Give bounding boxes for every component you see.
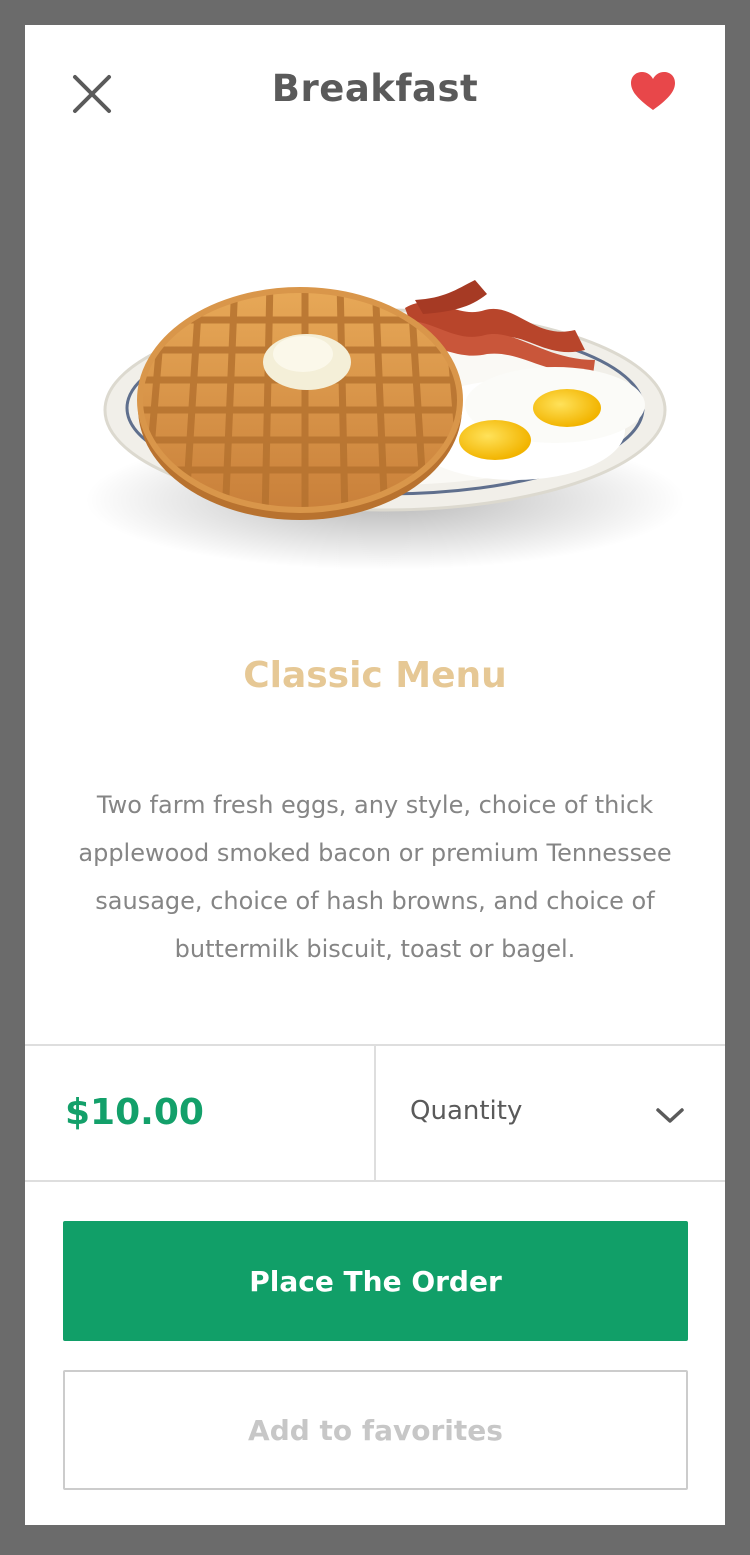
food-image [85, 280, 685, 570]
chevron-down-icon [656, 1108, 684, 1123]
page-title: Breakfast [271, 67, 479, 110]
heart-icon [631, 72, 675, 110]
price-label: $10.00 [65, 1092, 204, 1133]
dish-title: Classic Menu [243, 655, 507, 696]
quantity-label: Quantity [410, 1096, 523, 1126]
dish-description: Two farm fresh eggs, any style, choice o… [78, 791, 672, 963]
add-to-favorites-button[interactable]: Add to favorites [63, 1370, 688, 1490]
favorite-toggle[interactable] [629, 70, 677, 112]
purchase-row: $10.00 Quantity [25, 1044, 725, 1182]
quantity-select[interactable]: Quantity [376, 1046, 725, 1180]
place-order-button[interactable]: Place The Order [63, 1221, 688, 1341]
product-detail-card: Breakfast Classic Menu Two farm fresh eg… [25, 25, 725, 1525]
